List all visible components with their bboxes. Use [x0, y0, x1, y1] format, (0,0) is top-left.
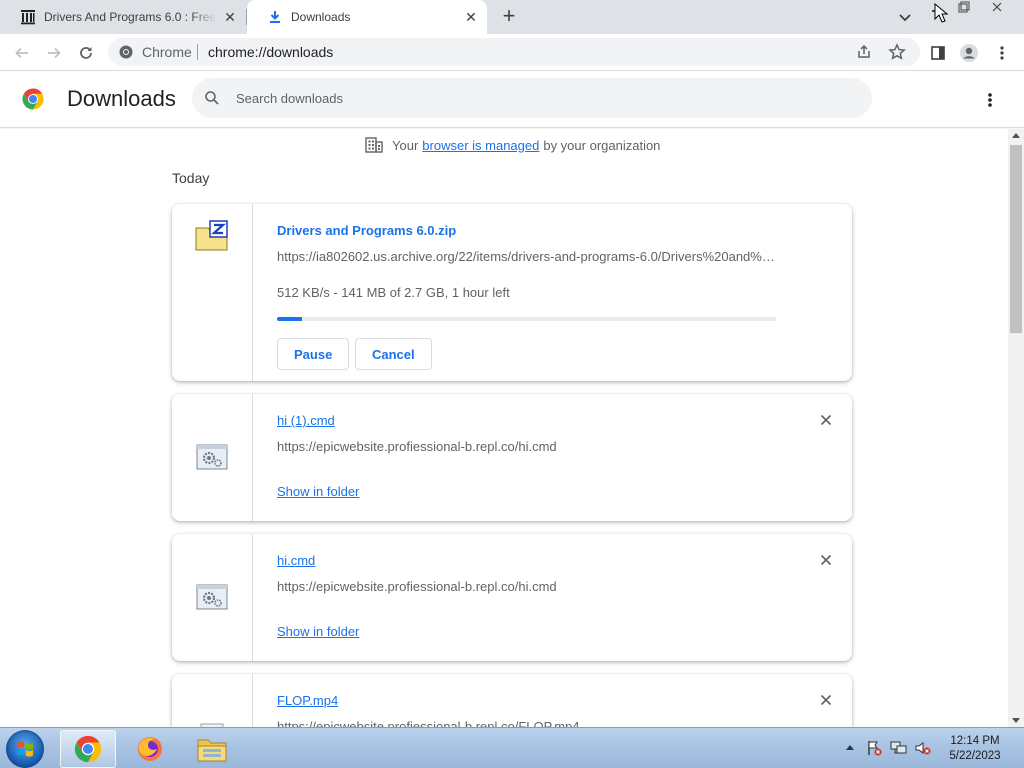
file-name[interactable]: Drivers and Programs 6.0.zip	[277, 223, 456, 238]
download-item: Drivers and Programs 6.0.zip https://ia8…	[172, 204, 852, 381]
file-name[interactable]: hi.cmd	[277, 553, 315, 568]
restore-button[interactable]	[953, 0, 975, 16]
scroll-up-arrow-icon[interactable]	[1012, 133, 1020, 138]
downloads-list: Your browser is managed by your organiza…	[0, 129, 1008, 727]
show-in-folder-link[interactable]: Show in folder	[277, 484, 359, 499]
scroll-thumb[interactable]	[1010, 145, 1022, 333]
downloads-header: Downloads	[0, 72, 1024, 128]
action-center-flag-icon[interactable]	[866, 740, 882, 756]
volume-muted-icon[interactable]	[914, 740, 931, 756]
omnibox-divider	[197, 44, 198, 60]
file-icon-column	[172, 674, 253, 727]
scroll-down-arrow-icon[interactable]	[1012, 718, 1020, 723]
chrome-site-icon	[118, 44, 134, 60]
search-box[interactable]	[192, 78, 872, 118]
pause-button[interactable]: Pause	[277, 338, 350, 370]
remove-close-icon[interactable]	[816, 690, 836, 710]
file-url: https://epicwebsite.profiessional-b.repl…	[277, 579, 557, 594]
search-input[interactable]	[236, 87, 836, 109]
profile-avatar-icon[interactable]	[957, 41, 981, 65]
more-actions-icon[interactable]	[978, 88, 1002, 112]
new-tab-button[interactable]: +	[497, 5, 521, 28]
progress-fill	[277, 317, 302, 321]
tab-downloads[interactable]: Downloads ✕	[247, 0, 487, 34]
remove-close-icon[interactable]	[816, 410, 836, 430]
download-item: hi.cmd https://epicwebsite.profiessional…	[172, 534, 852, 661]
clock-date: 5/22/2023	[949, 750, 1001, 762]
remove-close-icon[interactable]	[816, 550, 836, 570]
tab-title: Drivers And Programs 6.0 : Free Do	[44, 10, 216, 24]
download-item: hi (1).cmd https://epicwebsite.profiessi…	[172, 394, 852, 521]
cmd-file-icon	[195, 442, 229, 474]
taskbar-chrome[interactable]	[60, 730, 116, 768]
taskbar-file-explorer[interactable]	[184, 730, 240, 768]
managed-link[interactable]: browser is managed	[422, 138, 539, 153]
mouse-cursor-icon	[934, 2, 949, 28]
close-window-button[interactable]	[987, 0, 1009, 16]
file-name[interactable]: hi (1).cmd	[277, 413, 335, 428]
date-section-label: Today	[172, 170, 210, 186]
page-title: Downloads	[67, 86, 176, 111]
windows-taskbar: 12:14 PM 5/22/2023	[0, 727, 1024, 768]
managed-suffix: by your organization	[543, 137, 661, 153]
building-icon	[365, 137, 383, 153]
show-hidden-icons-arrow-icon[interactable]	[846, 745, 854, 750]
download-item: FLOP.mp4 https://epicwebsite.profiession…	[172, 674, 852, 727]
file-icon-column	[172, 534, 253, 661]
side-panel-icon[interactable]	[926, 41, 950, 65]
tab-search-chevron-icon[interactable]	[896, 8, 914, 26]
vertical-scrollbar[interactable]	[1008, 129, 1024, 727]
omnibox-url[interactable]: chrome://downloads	[208, 44, 333, 60]
folder-icon	[197, 739, 227, 762]
download-icon	[267, 9, 283, 25]
system-clock[interactable]: 12:14 PM 5/22/2023	[940, 734, 1010, 764]
back-arrow-icon[interactable]	[10, 41, 34, 65]
chrome-menu-icon[interactable]	[990, 41, 1014, 65]
file-icon-column	[172, 204, 253, 381]
address-bar[interactable]: Chrome chrome://downloads	[108, 38, 920, 66]
cancel-button[interactable]: Cancel	[355, 338, 432, 370]
share-icon[interactable]	[856, 44, 872, 65]
search-icon	[204, 90, 220, 111]
show-in-folder-link[interactable]: Show in folder	[277, 624, 359, 639]
taskbar-firefox[interactable]	[122, 730, 178, 768]
cmd-file-icon	[195, 582, 229, 614]
forward-arrow-icon[interactable]	[42, 41, 66, 65]
windows-logo-icon	[17, 741, 33, 757]
tab-close-icon[interactable]: ✕	[463, 9, 479, 25]
tab-title: Downloads	[291, 10, 351, 24]
tab-archive[interactable]: Drivers And Programs 6.0 : Free Do ✕	[0, 0, 246, 34]
browser-toolbar: Chrome chrome://downloads	[0, 34, 1024, 71]
reload-icon[interactable]	[74, 41, 98, 65]
file-url: https://ia802602.us.archive.org/22/items…	[277, 249, 777, 264]
download-status: 512 KB/s - 141 MB of 2.7 GB, 1 hour left	[277, 285, 510, 300]
chrome-logo-icon	[21, 87, 45, 111]
file-icon-column	[172, 394, 253, 521]
start-button[interactable]	[6, 730, 44, 768]
network-icon[interactable]	[890, 740, 907, 756]
clock-time: 12:14 PM	[950, 735, 1000, 747]
managed-notice: Your browser is managed by your organiza…	[365, 137, 660, 153]
tab-close-icon[interactable]: ✕	[222, 9, 238, 25]
download-progress-bar	[277, 317, 776, 321]
file-url: https://epicwebsite.profiessional-b.repl…	[277, 439, 557, 454]
tab-strip: Drivers And Programs 6.0 : Free Do ✕ Dow…	[0, 0, 1024, 34]
bookmark-star-icon[interactable]	[888, 43, 906, 66]
omnibox-site-label: Chrome	[142, 44, 192, 60]
file-name[interactable]: FLOP.mp4	[277, 693, 338, 708]
firefox-icon	[138, 737, 162, 761]
file-url: https://epicwebsite.profiessional-b.repl…	[277, 719, 580, 727]
chrome-taskbar-icon	[74, 735, 102, 763]
archive-org-icon	[20, 9, 36, 25]
zip-file-icon	[195, 220, 229, 252]
managed-prefix: Your	[392, 137, 419, 153]
